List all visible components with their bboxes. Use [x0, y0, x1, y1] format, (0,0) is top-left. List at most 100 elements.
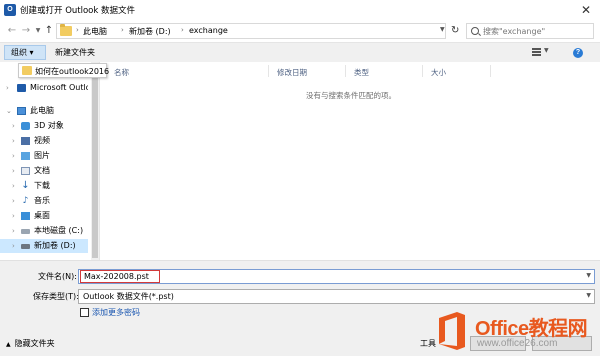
- tree-item-label: 此电脑: [30, 106, 54, 115]
- tree-item-label: 3D 对象: [34, 121, 64, 130]
- tree-item-label: 音乐: [34, 196, 50, 205]
- tree-item-pictures[interactable]: › 图片: [0, 149, 88, 163]
- chevron-down-icon[interactable]: ▼: [586, 272, 591, 279]
- breadcrumb-separator[interactable]: ›: [181, 26, 184, 34]
- search-icon: [471, 27, 479, 35]
- search-input[interactable]: [483, 26, 588, 37]
- outlook-app-icon: O: [4, 4, 16, 16]
- organize-button[interactable]: 组织 ▾: [4, 45, 46, 60]
- breadcrumb-drive-d[interactable]: 新加卷 (D:): [129, 26, 171, 37]
- column-divider[interactable]: [422, 65, 423, 77]
- filetype-label: 保存类型(T):: [33, 292, 79, 301]
- tree-item-desktop[interactable]: › 桌面: [0, 209, 88, 223]
- tree-item-label: 本地磁盘 (C:): [34, 226, 84, 235]
- folder-icon: [22, 66, 32, 75]
- drag-tooltip-label: 如何在outlook2016: [35, 67, 110, 76]
- collapse-chevron-icon[interactable]: ⌄: [6, 104, 12, 118]
- expand-chevron-icon[interactable]: ›: [12, 179, 15, 193]
- expand-chevron-icon[interactable]: ›: [6, 81, 9, 95]
- refresh-icon[interactable]: ↻: [451, 24, 463, 38]
- tree-item-outlook[interactable]: › Microsoft Outlook: [0, 81, 88, 95]
- breadcrumb-exchange[interactable]: exchange: [189, 26, 228, 35]
- video-icon: [21, 137, 30, 145]
- help-icon[interactable]: ?: [573, 48, 583, 58]
- office-logo-icon: [439, 312, 465, 350]
- tree-item-label: 文档: [34, 166, 50, 175]
- 3d-objects-icon: [21, 122, 30, 130]
- watermark: Office教程网 www.office26.com: [433, 310, 597, 354]
- breadcrumb-this-pc[interactable]: 此电脑: [83, 26, 107, 37]
- command-bar: 组织 ▾ 新建文件夹 ▼ ?: [0, 42, 600, 62]
- expand-chevron-icon[interactable]: ›: [12, 164, 15, 178]
- tree-item-videos[interactable]: › 视频: [0, 134, 88, 148]
- watermark-brand: Office教程网: [475, 318, 588, 340]
- tree-item-label: 视频: [34, 136, 50, 145]
- file-list[interactable]: 名称 修改日期 类型 大小 没有与搜索条件匹配的项。: [100, 62, 600, 260]
- breadcrumb-separator[interactable]: ›: [76, 26, 79, 34]
- empty-results-message: 没有与搜索条件匹配的项。: [306, 91, 396, 100]
- expand-chevron-icon[interactable]: ›: [12, 119, 15, 133]
- expand-chevron-icon[interactable]: ›: [12, 224, 15, 238]
- chevron-down-icon: ▼: [544, 47, 549, 54]
- filetype-value: Outlook 数据文件(*.pst): [83, 292, 174, 301]
- search-box[interactable]: [466, 23, 594, 39]
- tree-item-label: 桌面: [34, 211, 50, 220]
- chevron-down-icon[interactable]: ▼: [586, 292, 591, 299]
- up-arrow-icon[interactable]: ↑: [43, 23, 55, 39]
- address-bar[interactable]: › 此电脑 › 新加卷 (D:) › exchange: [56, 23, 446, 39]
- music-icon: ♪: [22, 196, 29, 206]
- column-header-name[interactable]: 名称: [114, 67, 129, 78]
- tree-item-drive-d[interactable]: › 新加卷 (D:): [0, 239, 88, 253]
- column-header-modified[interactable]: 修改日期: [277, 67, 307, 78]
- tree-item-this-pc[interactable]: ⌄ 此电脑: [0, 104, 88, 118]
- column-header-size[interactable]: 大小: [431, 67, 446, 78]
- new-folder-button[interactable]: 新建文件夹: [55, 47, 95, 58]
- close-button[interactable]: ✕: [578, 2, 594, 18]
- tree-item-drive-c[interactable]: › 本地磁盘 (C:): [0, 224, 88, 238]
- column-divider[interactable]: [268, 65, 269, 77]
- navigation-scrollbar[interactable]: [91, 62, 99, 260]
- expand-chevron-icon[interactable]: ›: [12, 194, 15, 208]
- outlook-icon: [17, 84, 26, 92]
- change-view-button[interactable]: ▼: [532, 47, 554, 59]
- breadcrumb-separator[interactable]: ›: [121, 26, 124, 34]
- caret-up-icon: ▲: [6, 341, 11, 348]
- hide-folders-label: 隐藏文件夹: [14, 339, 55, 348]
- scrollbar-thumb[interactable]: [92, 68, 98, 258]
- filename-combobox[interactable]: ▼: [78, 269, 595, 284]
- column-header-type[interactable]: 类型: [354, 67, 369, 78]
- filetype-select[interactable]: Outlook 数据文件(*.pst) ▼: [78, 289, 595, 304]
- tree-item-downloads[interactable]: › ↓ 下载: [0, 179, 88, 193]
- title-bar: O 创建或打开 Outlook 数据文件 ✕: [0, 0, 600, 20]
- drag-tooltip: 如何在outlook2016: [18, 63, 110, 78]
- view-list-icon: [532, 48, 541, 56]
- more-options-checkbox[interactable]: [80, 308, 89, 317]
- column-divider[interactable]: [345, 65, 346, 77]
- download-icon: ↓: [21, 180, 30, 191]
- address-dropdown-chevron-icon[interactable]: ▼: [440, 26, 445, 33]
- drive-icon: [21, 244, 30, 249]
- window-title: 创建或打开 Outlook 数据文件: [20, 6, 135, 16]
- tree-item-label: 图片: [34, 151, 50, 160]
- navigation-pane[interactable]: › Microsoft Outlook ⌄ 此电脑 › 3D 对象 › 视频 ›…: [0, 62, 100, 260]
- documents-icon: [21, 167, 30, 175]
- tree-item-3d-objects[interactable]: › 3D 对象: [0, 119, 88, 133]
- more-options-label[interactable]: 添加更多密码: [92, 307, 140, 318]
- computer-icon: [17, 107, 26, 115]
- hide-folders-toggle[interactable]: ▲ 隐藏文件夹: [6, 338, 55, 349]
- tree-item-label: Microsoft Outlook: [30, 83, 88, 92]
- expand-chevron-icon[interactable]: ›: [12, 134, 15, 148]
- folder-icon: [60, 24, 72, 36]
- pictures-icon: [21, 152, 30, 160]
- watermark-url: www.office26.com: [477, 338, 558, 349]
- filename-highlight-box: [80, 270, 160, 283]
- column-divider[interactable]: [490, 65, 491, 77]
- expand-chevron-icon[interactable]: ›: [12, 149, 15, 163]
- tree-item-label: 新加卷 (D:): [34, 241, 76, 250]
- tree-item-music[interactable]: › ♪ 音乐: [0, 194, 88, 208]
- tree-item-documents[interactable]: › 文档: [0, 164, 88, 178]
- expand-chevron-icon[interactable]: ›: [12, 239, 15, 253]
- back-arrow-icon[interactable]: ←: [6, 23, 18, 39]
- expand-chevron-icon[interactable]: ›: [12, 209, 15, 223]
- forward-arrow-icon[interactable]: →: [20, 23, 32, 39]
